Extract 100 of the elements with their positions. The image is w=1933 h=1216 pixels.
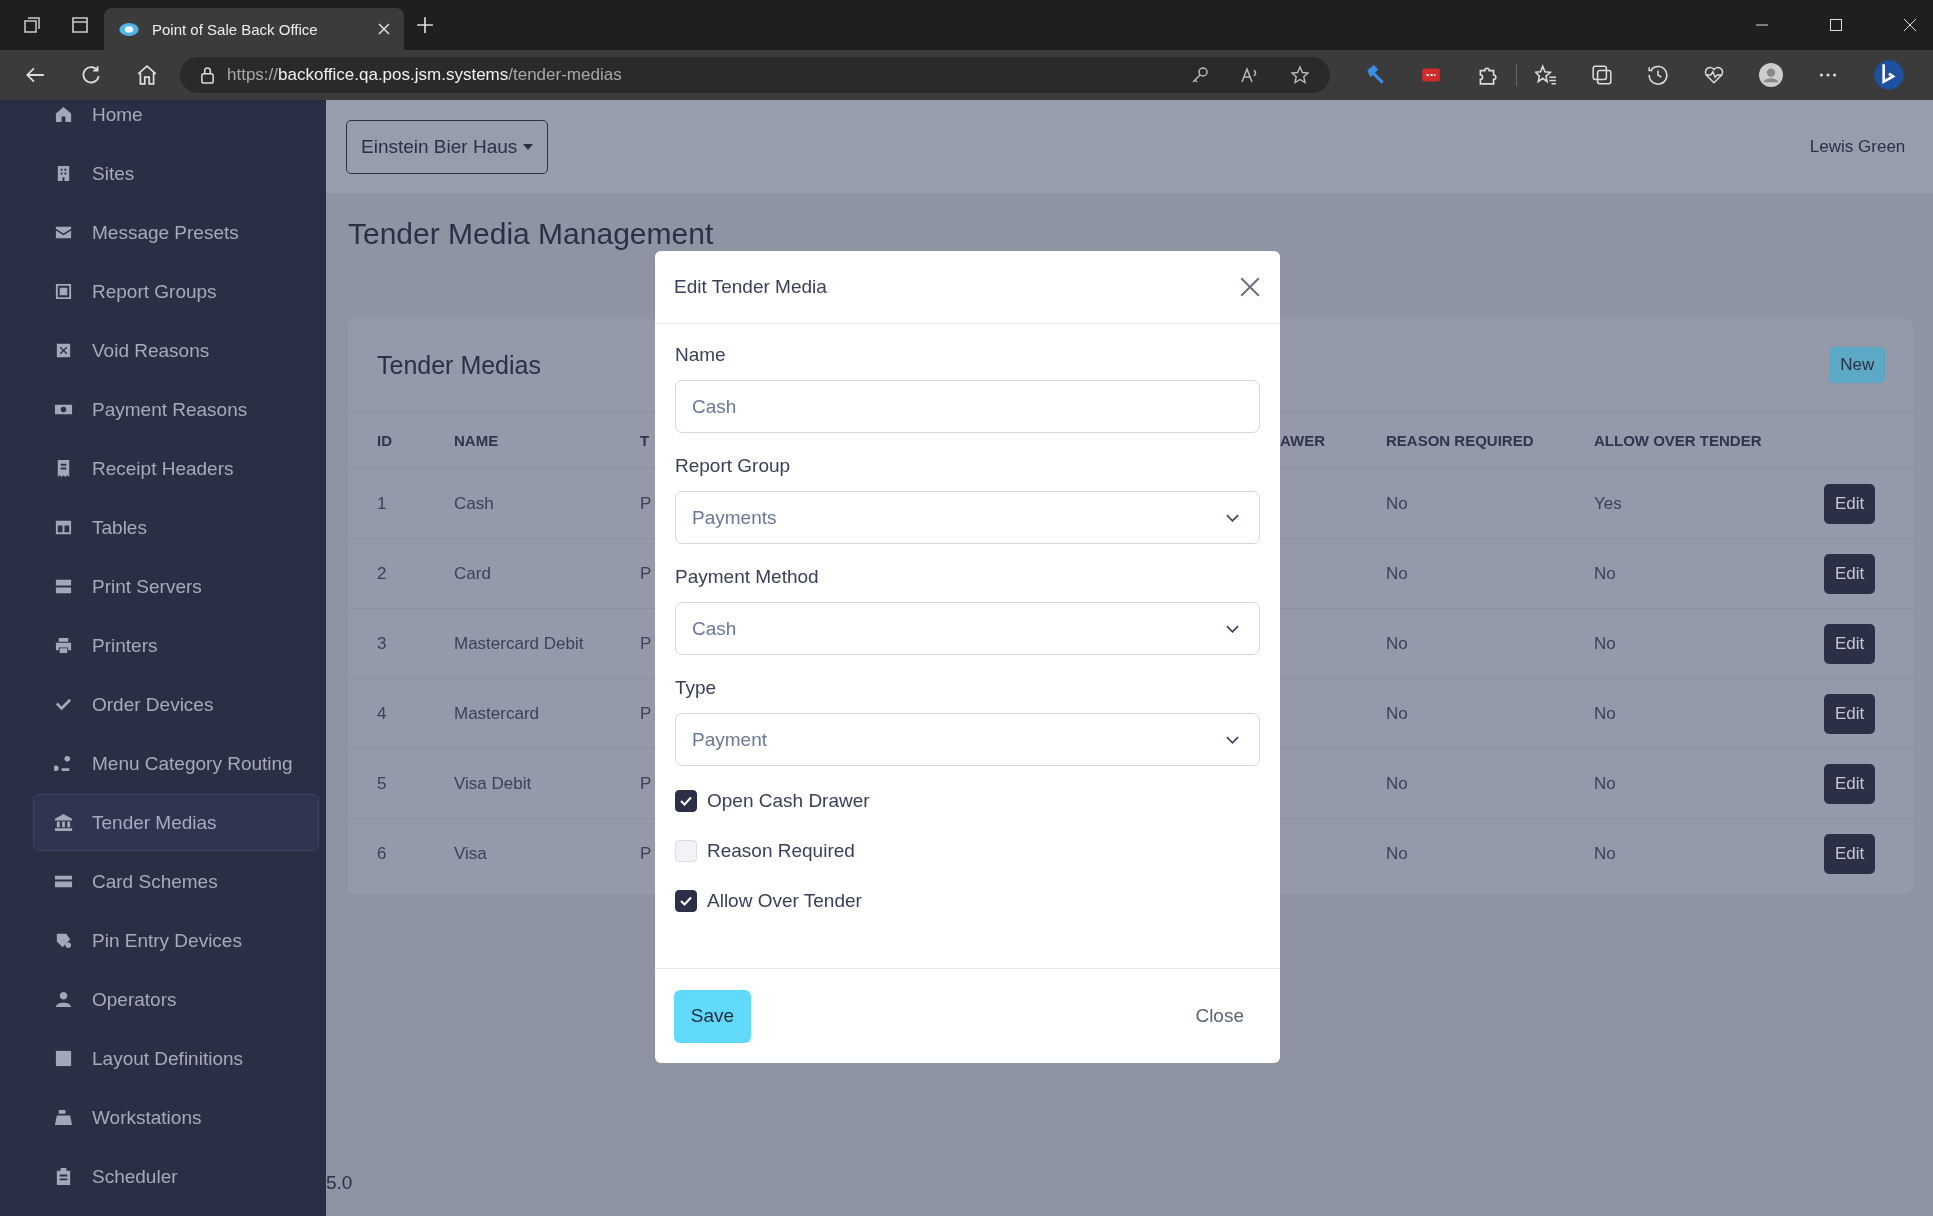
key-icon[interactable] xyxy=(1190,65,1210,85)
edit-button[interactable]: Edit xyxy=(1824,553,1876,594)
table-cell-text: Card xyxy=(454,563,492,584)
table-cell-text: 1 xyxy=(377,493,388,514)
edit-button[interactable]: Edit xyxy=(1824,833,1876,874)
table-cell-text: No xyxy=(1594,563,1617,584)
sidebar-item[interactable]: Print Servers xyxy=(33,558,319,615)
sidebar-item[interactable]: Operators xyxy=(33,971,319,1028)
checkbox[interactable] xyxy=(675,790,697,812)
browser-tab[interactable]: Point of Sale Back Office xyxy=(104,8,404,50)
check-icon xyxy=(680,796,692,806)
sidebar-item[interactable]: Payment Reasons xyxy=(33,381,319,438)
table-cell-text: No xyxy=(1386,773,1409,794)
field-label: Type xyxy=(675,677,718,699)
input-field[interactable]: Cash xyxy=(675,380,1260,433)
checkbox[interactable] xyxy=(675,890,697,912)
collections-icon[interactable] xyxy=(1591,64,1613,86)
sidebar-item[interactable]: Tender Medias xyxy=(33,794,319,851)
table-cell: P xyxy=(640,773,652,793)
home-icon[interactable] xyxy=(136,64,158,86)
sidebar-item[interactable]: Void Reasons xyxy=(33,322,319,379)
table-cell-text: No xyxy=(1386,703,1409,724)
tab-actions-icon[interactable] xyxy=(22,15,42,35)
table-cell-text: No xyxy=(1386,493,1409,514)
sidebar-item[interactable]: Menu Category Routing xyxy=(33,735,319,792)
table-cell-text: No xyxy=(1386,563,1409,584)
history-icon[interactable] xyxy=(1647,64,1669,86)
table-cell-text: 2 xyxy=(377,563,388,584)
column-header: ALLOW OVER TENDER xyxy=(1594,431,1762,449)
star-icon[interactable] xyxy=(1290,65,1310,85)
table-cell-text: No xyxy=(1594,703,1617,724)
edit-button[interactable]: Edit xyxy=(1824,483,1876,524)
sidebar-item[interactable]: Printers xyxy=(33,617,319,674)
table-cell-text: Yes xyxy=(1594,493,1623,514)
chevron-down-icon xyxy=(1226,624,1239,633)
select-field[interactable]: Payment xyxy=(675,713,1260,766)
table-cell: P xyxy=(640,703,652,723)
caret-icon xyxy=(523,143,534,150)
user-name[interactable]: Lewis Green xyxy=(1809,136,1906,157)
maximize-icon[interactable] xyxy=(1829,18,1843,32)
close-button[interactable]: Close xyxy=(1195,1005,1244,1027)
sidebar-item[interactable]: Report Groups xyxy=(33,263,319,320)
table-cell-text: Mastercard xyxy=(454,703,541,724)
table-cell-text: No xyxy=(1594,843,1617,864)
table-cell: P xyxy=(640,563,652,583)
column-header: NAME xyxy=(454,431,499,449)
heartbeat-icon[interactable] xyxy=(1703,64,1725,86)
table-cell-text: Mastercard Debit xyxy=(454,633,585,654)
copilot-icon[interactable] xyxy=(1873,59,1905,91)
select-field[interactable]: Payments xyxy=(675,491,1260,544)
edit-button[interactable]: Edit xyxy=(1824,693,1876,734)
chevron-down-icon xyxy=(1226,735,1239,744)
dialog-title: Edit Tender Media xyxy=(674,276,827,298)
server-icon xyxy=(54,577,73,596)
vertical-tabs-icon[interactable] xyxy=(70,15,90,35)
cash-register-icon xyxy=(54,1108,73,1127)
table-cell-text: Cash xyxy=(454,493,495,514)
house-icon xyxy=(54,105,73,124)
table-cell: P xyxy=(640,843,652,863)
column-header: T xyxy=(640,431,650,449)
address-bar[interactable]: https://backoffice.qa.pos.jsm.systems/tender-medias xyxy=(180,57,1330,93)
sidebar-item[interactable]: Home xyxy=(33,100,319,143)
sidebar-item[interactable]: Sites xyxy=(33,145,319,202)
field-label: Report Group xyxy=(675,455,792,477)
table-cell-text: Visa xyxy=(454,843,488,864)
table-icon xyxy=(54,518,73,537)
table-cell-text: 4 xyxy=(377,703,388,724)
clipboard-icon xyxy=(54,1167,73,1186)
checkbox-label[interactable]: Allow Over Tender xyxy=(707,890,862,912)
edit-button[interactable]: Edit xyxy=(1824,623,1876,664)
column-header: AWER xyxy=(1280,431,1325,449)
check-icon xyxy=(680,896,692,906)
table-cell-text: Visa Debit xyxy=(454,773,533,794)
sidebar-item[interactable]: Workstations xyxy=(33,1089,319,1146)
sidebar-item[interactable]: Receipt Headers xyxy=(33,440,319,497)
table-cell: P xyxy=(640,633,652,653)
column-header: REASON REQUIRED xyxy=(1386,431,1534,449)
sidebar-item[interactable]: Card Schemes xyxy=(33,853,319,910)
profile-avatar-icon[interactable] xyxy=(1759,63,1783,87)
version-text: 5.0 xyxy=(326,1172,353,1194)
sidebar-item[interactable]: Scheduler xyxy=(33,1148,319,1205)
favorites-icon[interactable] xyxy=(1535,64,1557,86)
sidebar-item[interactable]: Order Devices xyxy=(33,676,319,733)
table-cell-text: No xyxy=(1594,773,1617,794)
site-selector[interactable]: Einstein Bier Haus xyxy=(346,119,549,174)
checkbox-label[interactable]: Open Cash Drawer xyxy=(707,790,870,812)
save-button[interactable]: Save xyxy=(674,989,751,1043)
new-tab-icon[interactable] xyxy=(416,16,434,34)
sidebar-item[interactable]: Layout Definitions xyxy=(33,1030,319,1087)
hammer-icon[interactable] xyxy=(1364,64,1386,86)
sidebar-item[interactable]: Pin Entry Devices xyxy=(33,912,319,969)
sidebar-item[interactable]: Tables xyxy=(33,499,319,556)
column-header: ID xyxy=(377,431,392,449)
new-button[interactable]: New xyxy=(1829,347,1886,383)
table-cell-text: No xyxy=(1594,633,1617,654)
sidebar-item[interactable]: Message Presets xyxy=(33,204,319,261)
edit-button[interactable]: Edit xyxy=(1824,763,1876,804)
select-field[interactable]: Cash xyxy=(675,602,1260,655)
checkbox-label[interactable]: Reason Required xyxy=(707,840,855,862)
refresh-icon[interactable] xyxy=(80,64,102,86)
